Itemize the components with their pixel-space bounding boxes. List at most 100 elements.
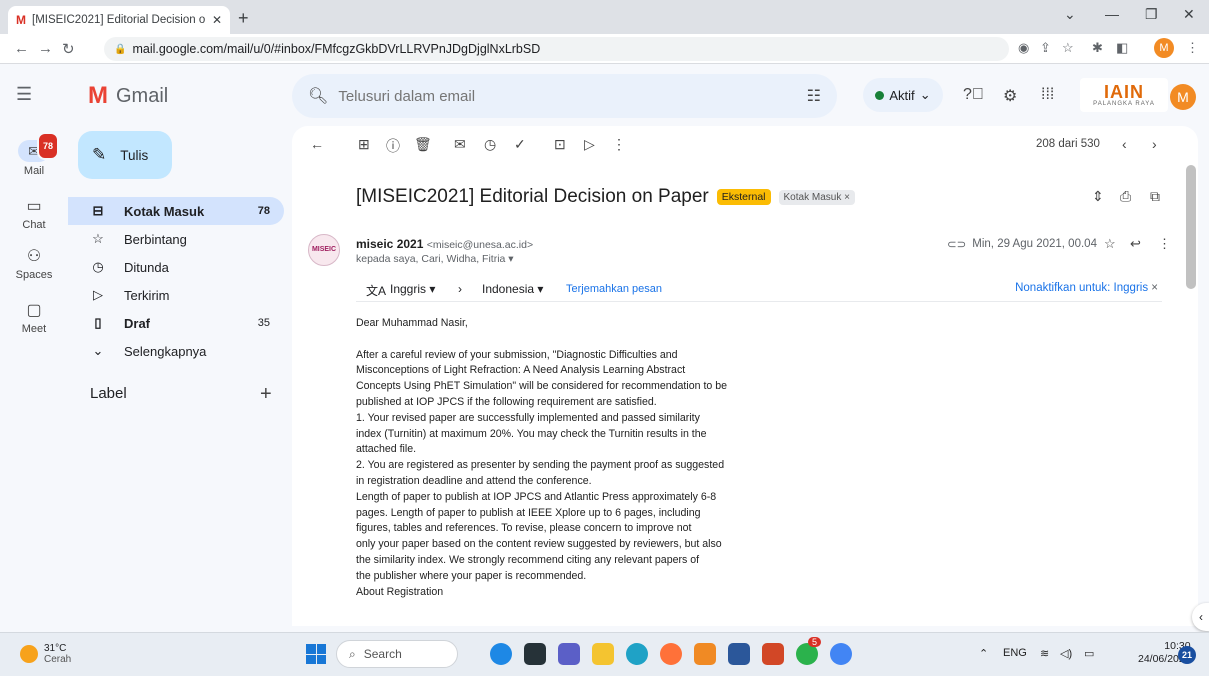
sidebar-item-sent[interactable]: ▷ Terkirim [68, 281, 284, 309]
add-label-button[interactable]: + [260, 383, 272, 406]
browser-tab[interactable]: M [MISEIC2021] Editorial Decision o ✕ [8, 6, 230, 34]
sidebar-item-label: Terkirim [124, 287, 170, 303]
chrome-icon[interactable] [830, 643, 852, 665]
message-body-line: Length of paper to publish at IOP JPCS a… [356, 490, 717, 503]
back-to-inbox-icon[interactable]: ← [310, 136, 324, 152]
weather-widget[interactable]: 31°C Cerah [20, 643, 71, 665]
sidebar-item-count: 35 [257, 317, 270, 329]
battery-icon[interactable]: ▭ [1084, 647, 1094, 660]
reload-icon[interactable]: ↻ [62, 40, 75, 58]
extension-eye-icon[interactable]: ◉ [1018, 40, 1029, 56]
browser-profile-avatar[interactable]: M [1154, 38, 1174, 58]
source-language-select[interactable]: Inggris ▾ [390, 282, 435, 296]
rail-mail[interactable]: ✉ 78 Mail [0, 132, 68, 177]
sender-name[interactable]: miseic 2021 [356, 237, 423, 251]
translate-message-link[interactable]: Terjemahkan pesan [566, 283, 662, 295]
rail-spaces[interactable]: ⚇ Spaces [0, 246, 68, 281]
restore-icon[interactable]: ❐ [1145, 6, 1158, 23]
message-date: Min, 29 Agu 2021, 00.04 [972, 238, 1097, 250]
recipients-dropdown[interactable]: kepada saya, Cari, Widha, Fitria ▾ [356, 253, 514, 265]
star-message-icon[interactable]: ☆ [1104, 236, 1116, 252]
window-close-icon[interactable]: ✕ [1183, 6, 1195, 23]
sidebar-item-inbox[interactable]: ⊟ Kotak Masuk 78 [68, 197, 284, 225]
word-icon[interactable] [728, 643, 750, 665]
mark-unread-icon[interactable]: ✉ [454, 136, 466, 153]
edge-browser-icon[interactable] [626, 643, 648, 665]
snooze-icon[interactable]: ◷ [484, 136, 496, 153]
status-dropdown[interactable]: Aktif ⌄ [863, 78, 943, 112]
app-pdf-icon[interactable] [694, 643, 716, 665]
side-panel-icon[interactable]: ◧ [1116, 40, 1128, 56]
more-options-icon[interactable]: ⋮ [612, 136, 626, 153]
sender-info: miseic 2021 <miseic@unesa.ac.id> [356, 237, 533, 251]
start-windows-icon[interactable] [306, 644, 326, 664]
sidebar-item-snoozed[interactable]: ◷ Ditunda [68, 253, 284, 281]
show-side-panel-button[interactable]: ‹ [1192, 603, 1209, 631]
mail-search-input[interactable] [338, 87, 797, 105]
message-more-icon[interactable]: ⋮ [1158, 236, 1171, 252]
extensions-puzzle-icon[interactable]: ✱ [1092, 40, 1103, 56]
teams-chat-icon[interactable] [558, 643, 580, 665]
label-tag-icon[interactable]: ▷ [584, 136, 595, 153]
sidebar-item-starred[interactable]: ☆ Berbintang [68, 225, 284, 253]
reply-icon[interactable]: ↩ [1130, 236, 1141, 252]
search-icon[interactable]: 🔍︎ [308, 86, 328, 106]
address-bar[interactable]: 🔒 mail.google.com/mail/u/0/#inbox/FMfcgz… [104, 37, 1009, 61]
newer-message-icon[interactable]: ‹ [1122, 136, 1127, 152]
share-icon[interactable]: ⇪ [1040, 40, 1051, 56]
notification-count-badge[interactable]: 21 [1178, 646, 1196, 664]
report-spam-icon[interactable]: ⓘ [386, 136, 400, 156]
older-message-icon[interactable]: › [1152, 136, 1157, 152]
apps-grid-icon[interactable]: ⁞⁞⁞ [1041, 86, 1054, 104]
sun-icon [20, 645, 38, 663]
compose-button[interactable]: ✎ Tulis [78, 131, 172, 179]
tray-overflow-icon[interactable]: ⌃ [979, 647, 988, 660]
open-new-window-icon[interactable]: ⧉ [1150, 188, 1160, 205]
task-view-icon[interactable] [524, 643, 546, 665]
gmail-logo[interactable]: M Gmail [88, 82, 168, 110]
taskbar-search[interactable]: ⌕ Search [336, 640, 458, 668]
search-options-icon[interactable]: ☷ [807, 86, 821, 106]
language-indicator[interactable]: ENG [1003, 647, 1027, 659]
rail-chat[interactable]: ▭ Chat [0, 196, 68, 231]
move-to-icon[interactable]: ⊡ [554, 136, 566, 153]
sidebar-item-drafts[interactable]: ▯ Draf 35 [68, 309, 284, 337]
bookmark-star-icon[interactable]: ☆ [1062, 40, 1074, 56]
browser-toolbar: ← → ↻ 🔒 mail.google.com/mail/u/0/#inbox/… [0, 34, 1209, 64]
page-scrollbar[interactable] [1186, 165, 1196, 289]
firefox-icon[interactable] [660, 643, 682, 665]
sidebar-item-more[interactable]: ⌄ Selengkapnya [68, 337, 284, 365]
gmail-favicon-icon: M [16, 13, 26, 27]
file-explorer-icon[interactable] [592, 643, 614, 665]
compose-label: Tulis [120, 147, 149, 163]
close-icon[interactable]: × [1151, 282, 1158, 294]
rail-meet[interactable]: ▢ Meet [0, 300, 68, 335]
disable-translation-link[interactable]: Nonaktifkan untuk: Inggris × [1015, 282, 1158, 294]
minimize-icon[interactable]: — [1105, 6, 1119, 22]
app-b-icon[interactable] [490, 643, 512, 665]
target-language-select[interactable]: Indonesia ▾ [482, 282, 543, 296]
message-page-count: 208 dari 530 [1036, 138, 1100, 150]
expand-all-icon[interactable]: ⇕ [1092, 188, 1104, 205]
archive-icon[interactable]: ⊞ [358, 136, 370, 153]
new-tab-button[interactable]: + [238, 8, 249, 29]
account-avatar[interactable]: M [1170, 84, 1196, 110]
browser-menu-icon[interactable]: ⋮ [1186, 40, 1199, 56]
main-menu-icon[interactable]: ☰ [16, 84, 32, 105]
chat-icon: ▭ [26, 198, 42, 215]
inbox-label-chip[interactable]: Kotak Masuk × [778, 189, 855, 205]
forward-icon[interactable]: → [38, 40, 53, 57]
wifi-icon[interactable]: ≋ [1040, 647, 1049, 660]
tab-close-icon[interactable]: ✕ [212, 13, 222, 27]
add-to-tasks-icon[interactable]: ✓ [514, 136, 526, 153]
volume-icon[interactable]: ◁) [1060, 647, 1072, 660]
rail-meet-label: Meet [21, 323, 47, 335]
back-icon[interactable]: ← [14, 40, 29, 57]
delete-trash-icon[interactable]: 🗑︎ [414, 136, 432, 153]
print-icon[interactable]: ⎙ [1120, 188, 1131, 205]
search-icon: ⌕ [349, 646, 356, 661]
help-icon[interactable]: ?⃝ [963, 86, 984, 104]
tab-search-icon[interactable]: ⌄ [1064, 6, 1076, 23]
powerpoint-icon[interactable] [762, 643, 784, 665]
settings-gear-icon[interactable]: ⚙ [1003, 86, 1017, 106]
